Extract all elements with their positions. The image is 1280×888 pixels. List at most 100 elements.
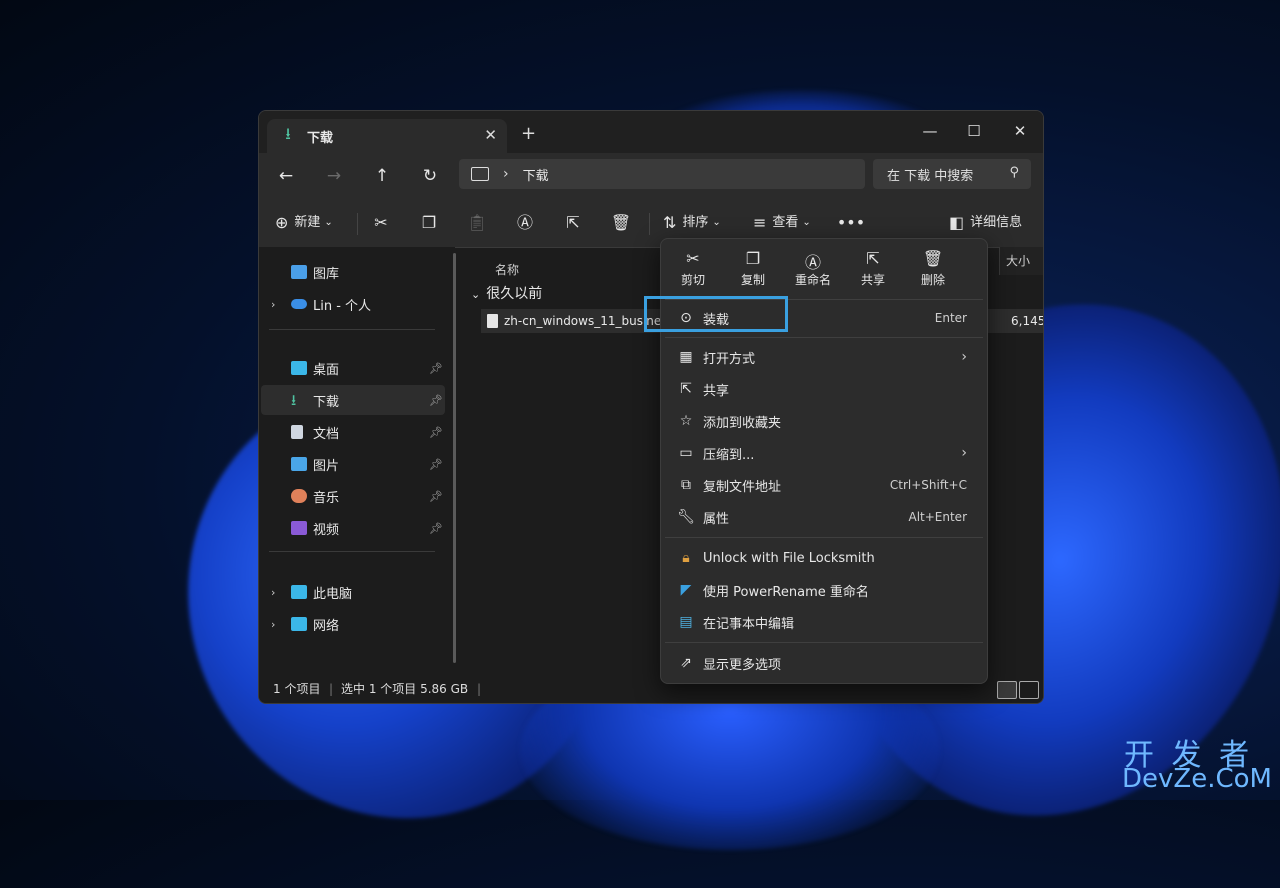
divider	[269, 551, 435, 552]
details-button[interactable]: ◧ 详细信息	[949, 211, 1022, 235]
sidebar-item-videos[interactable]: 视频 📌︎	[261, 513, 445, 543]
group-label: 很久以前	[486, 286, 543, 302]
paste-icon: 📋︎	[466, 213, 488, 232]
new-button[interactable]: ⊕ 新建 ⌄	[275, 211, 333, 235]
sidebar-item-network[interactable]: › 网络	[261, 609, 445, 639]
sidebar-item-gallery[interactable]: 图库	[261, 257, 445, 287]
rename-button[interactable]: Ⓐ	[513, 211, 537, 235]
quick-action-rename[interactable]: Ⓐ 重命名	[785, 249, 841, 299]
sidebar-item-label: 图片	[313, 458, 340, 474]
sidebar-item-music[interactable]: 音乐 📌︎	[261, 481, 445, 511]
menu-item-notepad[interactable]: ▤ 在记事本中编辑	[667, 607, 981, 637]
menu-item-label: 在记事本中编辑	[703, 616, 795, 632]
divider: |	[329, 682, 334, 696]
group-header[interactable]: ⌄ 很久以前	[471, 283, 542, 303]
gallery-icon	[291, 265, 307, 279]
back-button[interactable]: ←	[271, 162, 301, 190]
new-label: 新建	[294, 215, 321, 230]
divider	[665, 337, 983, 338]
download-icon: ⭳	[285, 123, 291, 143]
sort-button[interactable]: ⇅ 排序 ⌄	[663, 211, 721, 235]
chevron-right-icon[interactable]: ›	[271, 586, 275, 599]
menu-item-label: 属性	[703, 511, 730, 527]
details-view-button[interactable]	[997, 681, 1017, 699]
column-header-name[interactable]: 名称	[495, 261, 519, 278]
share-button[interactable]: ⇱	[561, 211, 585, 235]
sidebar-item-desktop[interactable]: 桌面 📌︎	[261, 353, 445, 383]
rename-icon: Ⓐ	[804, 253, 821, 272]
sidebar-item-documents[interactable]: 文档 📌︎	[261, 417, 445, 447]
quick-action-label: 重命名	[794, 273, 831, 287]
copy-button[interactable]: ❐	[417, 211, 441, 235]
quick-action-cut[interactable]: ✂ 剪切	[665, 249, 721, 299]
delete-button[interactable]: 🗑︎	[609, 211, 633, 235]
quick-action-copy[interactable]: ❐ 复制	[725, 249, 781, 299]
tab-downloads[interactable]: ⭳ 下载 ✕	[267, 119, 507, 153]
pictures-icon	[291, 457, 307, 471]
share-icon: ⇱	[566, 213, 580, 232]
pin-icon[interactable]: 📌︎	[429, 522, 443, 535]
forward-button[interactable]: →	[319, 162, 349, 190]
paste-button[interactable]: 📋︎	[465, 211, 489, 235]
more-icon: •••	[836, 213, 866, 232]
pin-icon[interactable]: 📌︎	[429, 394, 443, 407]
breadcrumb-downloads[interactable]: 下载	[523, 165, 549, 184]
address-bar[interactable]: › 下载	[459, 159, 865, 189]
new-tab-button[interactable]: +	[521, 123, 536, 144]
monitor-icon	[471, 167, 489, 181]
sidebar-item-label: 视频	[313, 522, 340, 538]
computer-icon	[291, 585, 307, 599]
menu-item-label: Unlock with File Locksmith	[703, 550, 875, 566]
lock-icon: 🔒︎	[682, 550, 690, 566]
chevron-right-icon[interactable]: ›	[271, 298, 275, 311]
cut-button[interactable]: ✂	[369, 211, 393, 235]
sidebar-item-label: 网络	[313, 618, 340, 634]
up-button[interactable]: ↑	[367, 162, 397, 190]
divider	[665, 642, 983, 643]
menu-item-powerrename[interactable]: ◤ 使用 PowerRename 重命名	[667, 575, 981, 605]
divider	[649, 213, 650, 235]
menu-item-open-with[interactable]: ▦ 打开方式 ›	[667, 342, 981, 372]
menu-item-share[interactable]: ⇱ 共享	[667, 374, 981, 404]
menu-item-copy-path[interactable]: ⧉ 复制文件地址 Ctrl+Shift+C	[667, 470, 981, 500]
maximize-button[interactable]: ☐	[951, 117, 997, 145]
quick-action-label: 复制	[740, 273, 765, 287]
quick-action-share[interactable]: ⇱ 共享	[845, 249, 901, 299]
more-button[interactable]: •••	[836, 211, 866, 235]
sidebar-item-label: 桌面	[313, 362, 340, 378]
highlight-box	[644, 296, 788, 332]
chevron-right-icon: ›	[961, 349, 967, 365]
menu-item-properties[interactable]: 🔧︎ 属性 Alt+Enter	[667, 502, 981, 532]
quick-action-delete[interactable]: 🗑︎ 删除	[905, 249, 961, 299]
sidebar-scrollbar[interactable]	[453, 253, 456, 663]
sidebar-item-pictures[interactable]: 图片 📌︎	[261, 449, 445, 479]
details-label: 详细信息	[970, 215, 1023, 230]
chevron-right-icon[interactable]: ›	[271, 618, 275, 631]
close-tab-icon[interactable]: ✕	[484, 126, 497, 144]
refresh-button[interactable]: ↻	[415, 162, 445, 190]
search-input[interactable]: 在 下载 中搜索 ⚲	[873, 159, 1031, 189]
quick-action-label: 删除	[920, 273, 945, 287]
sidebar-item-onedrive[interactable]: › Lin - 个人	[261, 289, 445, 319]
minimize-button[interactable]: —	[907, 117, 953, 145]
menu-item-add-favorites[interactable]: ☆ 添加到收藏夹	[667, 406, 981, 436]
navigation-bar: ← → ↑ ↻ › 下载 在 下载 中搜索 ⚲	[259, 153, 1043, 199]
notepad-icon: ▤	[679, 614, 693, 630]
menu-item-file-locksmith[interactable]: 🔒︎ Unlock with File Locksmith	[667, 543, 981, 573]
pin-icon[interactable]: 📌︎	[429, 362, 443, 375]
column-header-size[interactable]: 大小	[999, 247, 1043, 275]
menu-item-label: 复制文件地址	[703, 479, 782, 495]
view-button[interactable]: ≡ 查看 ⌄	[753, 211, 811, 235]
pin-icon[interactable]: 📌︎	[429, 458, 443, 471]
menu-item-show-more-options[interactable]: ⇗ 显示更多选项	[667, 648, 981, 678]
pin-icon[interactable]: 📌︎	[429, 490, 443, 503]
close-window-button[interactable]: ✕	[997, 117, 1043, 145]
watermark-url: DevZe.CoM	[1122, 764, 1272, 794]
menu-item-compress[interactable]: ▭ 压缩到... ›	[667, 438, 981, 468]
pin-icon[interactable]: 📌︎	[429, 426, 443, 439]
sidebar-item-downloads[interactable]: ⭳ 下载 📌︎	[261, 385, 445, 415]
sidebar-item-this-pc[interactable]: › 此电脑	[261, 577, 445, 607]
share-icon: ⇱	[680, 381, 692, 397]
sidebar-item-label: 图库	[313, 266, 340, 282]
tiles-view-button[interactable]	[1019, 681, 1039, 699]
